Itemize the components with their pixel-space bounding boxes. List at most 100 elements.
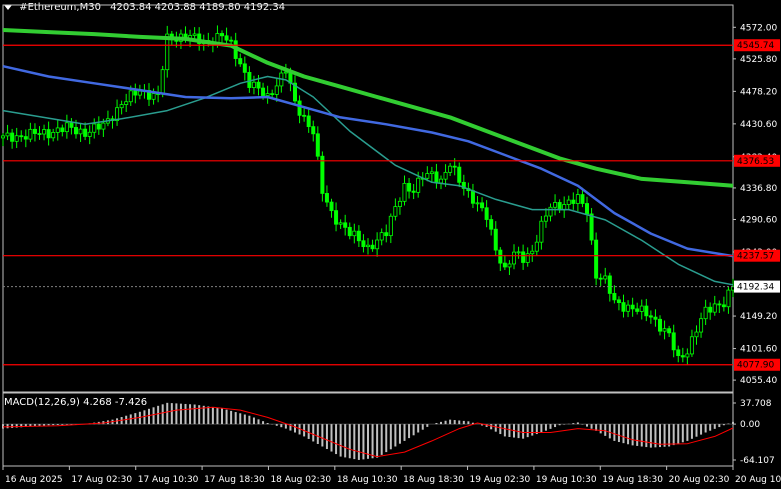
candle-body [402,182,407,202]
candle-body [548,206,553,217]
candle-body [361,240,366,248]
y-tick-label: 4101.60 [740,345,777,355]
candle-body [407,182,412,192]
candle-body [630,304,635,310]
x-tick-label: 17 Aug 10:30 [138,475,199,485]
y-tick-label: 4430.60 [740,120,777,130]
candle-body [612,293,617,301]
candle-body [671,332,676,351]
candle-body [717,303,722,306]
candle-body [585,203,590,215]
candle-body [356,230,361,242]
candle-body [676,349,681,356]
candle-body [92,123,97,133]
candle-body [589,213,594,241]
candle-body [151,93,156,100]
candle-body [512,251,517,265]
candle-body [384,232,389,237]
candle-body [530,250,535,255]
candle-body [324,193,329,203]
candle-body [42,129,47,135]
candle-body [83,128,88,137]
candle-body [553,202,558,208]
candle-body [457,166,462,183]
candle-body [521,251,526,263]
candle-body [64,122,69,133]
level-label: 4237.57 [737,252,774,262]
candle-body [320,155,325,194]
candle-body [626,304,631,312]
macd-header: MACD(12,26,9) 4.268 -7.426 [4,397,148,408]
candle-body [635,308,640,312]
candle-body [689,336,694,355]
candle-body [425,173,430,179]
candle-body [265,93,270,96]
candle-body [607,275,612,294]
y-tick-label: 4336.80 [740,184,777,194]
x-tick-label: 18 Aug 02:30 [270,475,331,485]
candle-body [55,127,60,133]
price-chart[interactable]: 4572.004525.804478.204430.604382.404336.… [0,0,781,489]
candle-body [23,136,28,140]
candle-body [124,101,129,105]
macd-tick-label: 0.00 [740,420,760,430]
candle-body [5,132,10,137]
candle-body [571,199,576,204]
candle-body [575,194,580,204]
candle-body [507,263,512,268]
candle-body [680,355,685,358]
candle-body [699,318,704,333]
candle-body [0,135,6,139]
candle-body [219,33,224,37]
candle-body [60,127,65,133]
candle-body [74,127,79,135]
candle-body [297,100,302,116]
candle-body [133,90,138,96]
candle-body [489,219,494,230]
candle-body [484,207,489,220]
x-tick-label: 20 Aug 02:30 [669,475,730,485]
candle-body [603,275,608,280]
macd-tick-label: 37.708 [740,399,772,409]
candle-body [525,253,530,263]
y-tick-label: 4572.00 [740,23,777,33]
candle-body [598,277,603,280]
candle-body [96,123,101,130]
candle-body [685,353,690,358]
candle-body [703,306,708,320]
x-tick-label: 20 Aug 10:30 [735,475,781,485]
candle-body [726,289,731,308]
candle-body [658,318,663,332]
x-tick-label: 17 Aug 02:30 [71,475,132,485]
candle-body [662,328,667,332]
candle-body [247,71,252,88]
candle-body [388,215,393,237]
candle-body [708,306,713,313]
candle-body [379,232,384,241]
candle-body [516,251,521,254]
candle-body [621,302,626,312]
candle-body [101,122,106,130]
candle-body [580,194,585,204]
y-tick-label: 4055.40 [740,376,777,386]
candle-body [261,87,266,96]
y-tick-label: 4478.20 [740,87,777,97]
candle-body [347,226,352,237]
candle-body [69,122,74,128]
level-label: 4077.90 [737,361,774,371]
candle-body [493,228,498,251]
candle-body [311,126,316,135]
current-price-label: 4192.34 [737,283,774,293]
candle-body [10,132,15,142]
candle-body [128,90,133,103]
candle-body [229,39,234,42]
x-tick-label: 19 Aug 02:30 [470,475,531,485]
level-label: 4545.74 [737,41,774,51]
candle-body [393,206,398,217]
candle-body [411,190,416,193]
candle-body [238,58,243,65]
candle-body [452,165,457,168]
candle-body [694,331,699,338]
x-tick-label: 19 Aug 18:30 [602,475,663,485]
candle-body [334,210,339,225]
